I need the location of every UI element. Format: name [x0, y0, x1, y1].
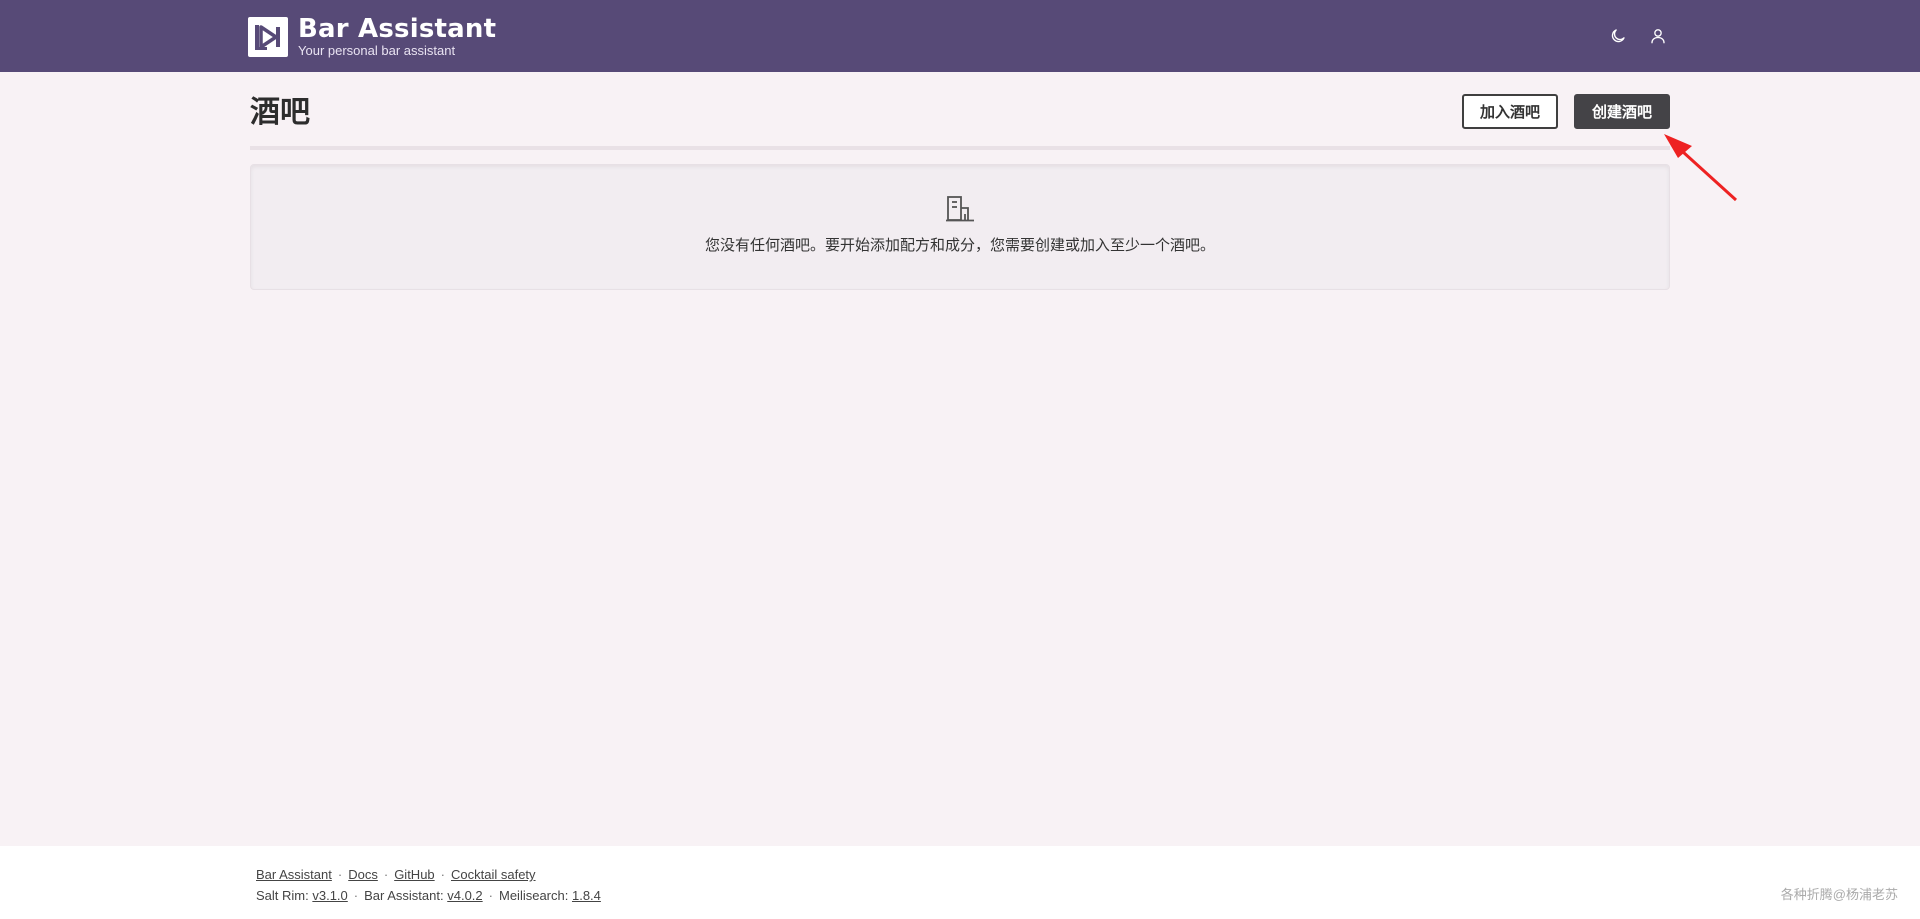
moon-icon[interactable] [1606, 24, 1630, 48]
bar-assistant-version-label: Bar Assistant: [364, 888, 444, 903]
salt-rim-version-link[interactable]: v3.1.0 [312, 888, 347, 903]
top-navbar: Bar Assistant Your personal bar assistan… [0, 0, 1920, 72]
bar-assistant-version-link[interactable]: v4.0.2 [447, 888, 482, 903]
footer-link-bar-assistant[interactable]: Bar Assistant [256, 867, 332, 882]
footer-links-row: Bar Assistant · Docs · GitHub · Cocktail safet… [256, 867, 536, 882]
main-content: 酒吧 加入酒吧 创建酒吧 您没有任何酒吧。要开始添加配方和成分，您需要创建或加入… [250, 72, 1670, 290]
brand-title: Bar Assistant [298, 14, 497, 44]
empty-state-card: 您没有任何酒吧。要开始添加配方和成分，您需要创建或加入至少一个酒吧。 [250, 164, 1670, 290]
footer-link-docs[interactable]: Docs [348, 867, 378, 882]
bar-assistant-logo-icon [248, 16, 288, 57]
create-bar-button[interactable]: 创建酒吧 [1573, 93, 1670, 129]
meilisearch-version-link[interactable]: 1.8.4 [572, 888, 601, 903]
meilisearch-label: Meilisearch: [499, 888, 569, 903]
footer-link-cocktail-safety[interactable]: Cocktail safety [451, 867, 536, 882]
watermark-text: 各种折腾@杨浦老苏 [1780, 887, 1898, 902]
footer-versions-row: Salt Rim: v3.1.0 · Bar Assistant: v4.0.2 · M… [256, 888, 601, 903]
brand-home-link[interactable]: Bar Assistant Your personal bar assistan… [248, 16, 496, 57]
user-icon[interactable] [1646, 24, 1670, 48]
empty-state-message: 您没有任何酒吧。要开始添加配方和成分，您需要创建或加入至少一个酒吧。 [704, 236, 1215, 254]
salt-rim-label: Salt Rim: [256, 888, 309, 903]
building-icon [945, 195, 975, 228]
page-title: 酒吧 [250, 95, 310, 130]
join-bar-button[interactable]: 加入酒吧 [1461, 93, 1558, 129]
brand-subtitle: Your personal bar assistant [298, 43, 456, 58]
footer: Bar Assistant · Docs · GitHub · Cocktail safet… [0, 846, 1920, 919]
footer-link-github[interactable]: GitHub [394, 867, 434, 882]
page-header: 酒吧 加入酒吧 创建酒吧 [250, 72, 1670, 150]
